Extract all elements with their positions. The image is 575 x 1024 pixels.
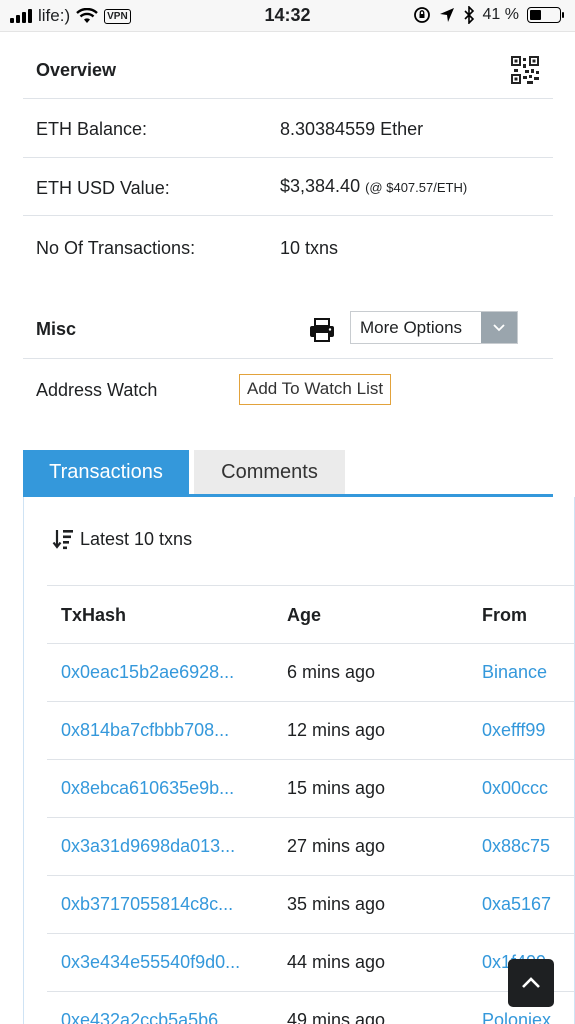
transactions-panel: Latest 10 txns TxHash Age From 0x0eac15b… <box>23 497 575 1024</box>
tab-bar: Transactions Comments <box>23 450 553 497</box>
battery-icon <box>527 7 564 23</box>
tx-hash-link[interactable]: 0x0eac15b2ae6928... <box>61 662 261 683</box>
tx-age: 12 mins ago <box>287 720 386 740</box>
eth-usd-value-wrap: $3,384.40 (@ $407.57/ETH) <box>280 176 467 197</box>
tx-age: 15 mins ago <box>287 778 386 798</box>
scroll-to-top-button[interactable] <box>508 959 554 1007</box>
eth-usd-value: $3,384.40 <box>280 176 361 196</box>
table-row: 0x3e434e55540f9d0... 44 mins ago 0x1f409 <box>47 934 574 992</box>
battery-fill <box>530 10 541 20</box>
more-options-dropdown[interactable]: More Options <box>350 311 518 344</box>
qr-code-icon[interactable] <box>511 56 539 84</box>
table-header-row: TxHash Age From <box>47 585 574 644</box>
table-row: 0x8ebca610635e9b... 15 mins ago 0x00ccc <box>47 760 574 818</box>
tx-age: 27 mins ago <box>287 836 386 856</box>
status-right: 41 % <box>413 6 564 24</box>
table-row: 0xb3717055814c8c... 35 mins ago 0xa5167 <box>47 876 574 934</box>
tx-age: 44 mins ago <box>287 952 386 972</box>
tx-age: 35 mins ago <box>287 894 386 914</box>
chevron-up-icon <box>522 977 540 988</box>
tab-transactions[interactable]: Transactions <box>23 450 189 494</box>
txn-count-label: No Of Transactions: <box>36 238 196 258</box>
tx-hash-link[interactable]: 0xb3717055814c8c... <box>61 894 261 915</box>
column-header-from: From <box>482 605 527 625</box>
misc-title: Misc <box>36 319 77 339</box>
location-icon <box>439 8 454 22</box>
eth-usd-label: ETH USD Value: <box>36 178 170 198</box>
latest-txns-header: Latest 10 txns <box>52 528 192 550</box>
address-watch-label: Address Watch <box>36 380 158 400</box>
status-bar: life:) VPN 14:32 41 % <box>0 0 575 32</box>
tx-from-link[interactable]: 0xa5167 <box>482 894 574 915</box>
eth-balance-row: ETH Balance: 8.30384559 Ether <box>23 99 553 158</box>
chevron-down-icon <box>481 312 517 343</box>
eth-balance-label: ETH Balance: <box>36 119 148 139</box>
table-row: 0x814ba7cfbbb708... 12 mins ago 0xefff99 <box>47 702 574 760</box>
overview-title: Overview <box>36 60 117 80</box>
tx-hash-link[interactable]: 0xe432a2ccb5a5b6... <box>61 1010 261 1024</box>
overview-header: Overview <box>23 32 553 99</box>
sort-icon <box>52 530 73 550</box>
eth-balance-value: 8.30384559 Ether <box>280 119 424 139</box>
print-icon[interactable] <box>309 318 335 342</box>
tx-age: 49 mins ago <box>287 1010 386 1024</box>
more-options-label: More Options <box>360 318 463 337</box>
tx-hash-link[interactable]: 0x814ba7cfbbb708... <box>61 720 261 741</box>
battery-percent: 41 % <box>482 6 519 23</box>
table-row: 0xe432a2ccb5a5b6... 49 mins ago Poloniex <box>47 992 574 1024</box>
latest-txns-label: Latest 10 txns <box>80 528 193 549</box>
tx-from-link[interactable]: 0xefff99 <box>482 720 574 741</box>
tx-age: 6 mins ago <box>287 662 376 682</box>
eth-usd-row: ETH USD Value: $3,384.40 (@ $407.57/ETH) <box>23 158 553 216</box>
tx-from-link[interactable]: Poloniex <box>482 1010 574 1024</box>
tx-hash-link[interactable]: 0x3a31d9698da013... <box>61 836 261 857</box>
column-header-age: Age <box>287 605 322 625</box>
tab-comments[interactable]: Comments <box>194 450 345 494</box>
tx-hash-link[interactable]: 0x3e434e55540f9d0... <box>61 952 261 973</box>
txn-count-value: 10 txns <box>280 238 339 258</box>
add-to-watch-list-button[interactable]: Add To Watch List <box>239 374 392 405</box>
eth-price-note: (@ $407.57/ETH) <box>365 180 468 195</box>
tx-from-link[interactable]: 0x00ccc <box>482 778 574 799</box>
table-row: 0x3a31d9698da013... 27 mins ago 0x88c75 <box>47 818 574 876</box>
tx-from-link[interactable]: 0x88c75 <box>482 836 574 857</box>
tx-from-link[interactable]: Binance <box>482 662 574 683</box>
table-row: 0x0eac15b2ae6928... 6 mins ago Binance <box>47 644 574 702</box>
orientation-lock-icon <box>413 7 430 23</box>
column-header-txhash: TxHash <box>61 605 127 625</box>
tx-hash-link[interactable]: 0x8ebca610635e9b... <box>61 778 261 799</box>
bluetooth-icon <box>463 6 474 24</box>
